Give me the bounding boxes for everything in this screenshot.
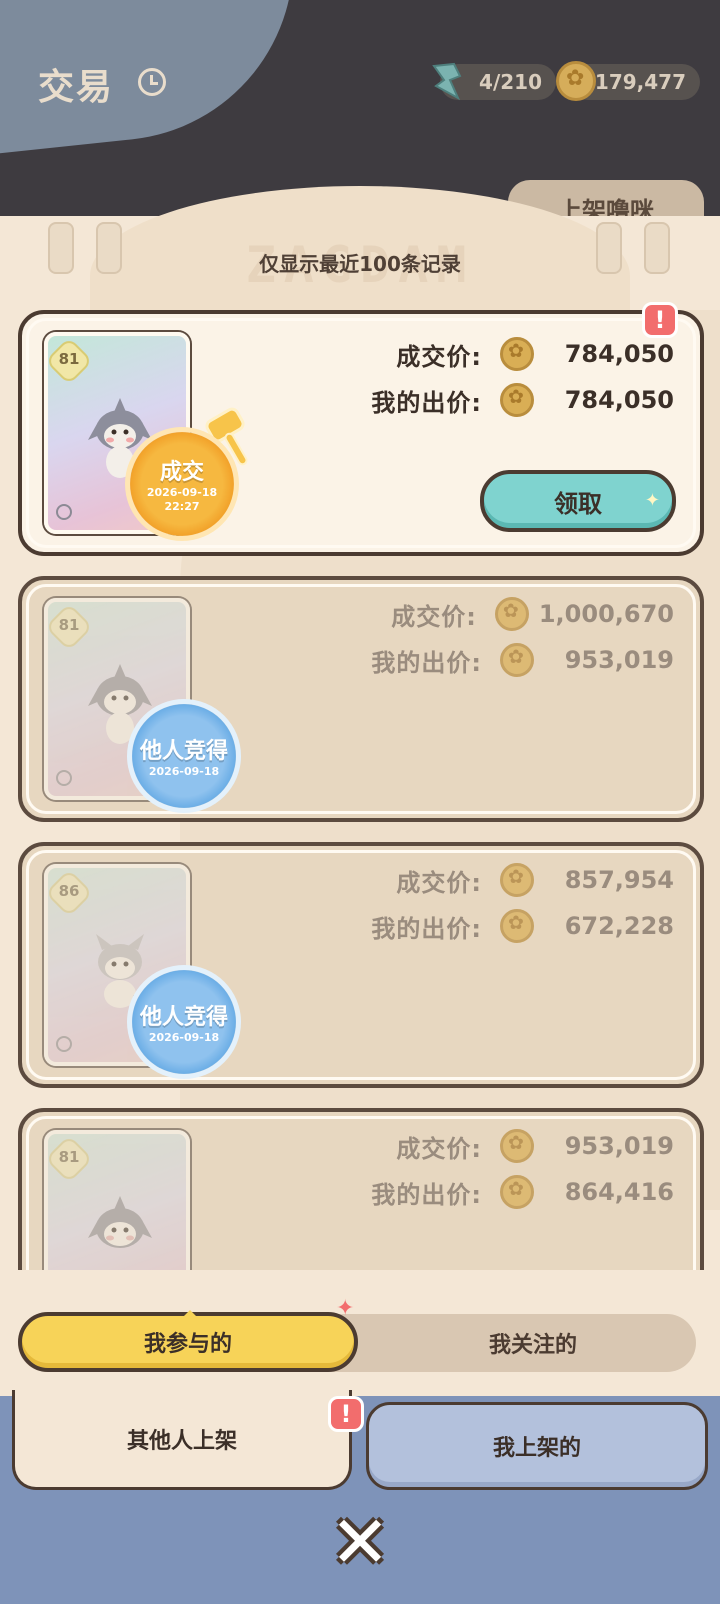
coin-icon [556,61,596,101]
coin-icon [500,337,534,371]
segment-participated[interactable]: 我参与的 [18,1310,358,1372]
bid-price-label: 我的出价: [371,648,482,677]
bid-price-row: 我的出价: 784,050 [371,380,674,420]
sparkle-icon: ✦ [644,490,660,511]
segment-watched[interactable]: 我关注的 [370,1314,696,1372]
compass-icon [56,504,72,520]
deal-price-label: 成交价: [396,342,482,371]
deal-price-label: 成交价: [396,868,482,897]
bid-price-value: 672,228 [564,912,674,940]
coin-icon [500,1175,534,1209]
deal-price-value: 1,000,670 [538,600,674,628]
bid-price-label: 我的出价: [371,914,482,943]
level-value: 81 [58,1148,80,1166]
level-value: 81 [58,616,80,634]
sparkle-icon: ✦ [336,1296,355,1321]
deal-price-label: 成交价: [391,602,477,631]
compass-icon [56,770,72,786]
trade-record-card: 86 他人竞得 2026-09-18 成交价: 857,954 我的出价: 67… [18,842,704,1088]
energy-icon [432,62,462,101]
coin-icon [500,643,534,677]
claim-button[interactable]: 领取 ✦ [480,470,676,532]
coin-icon [500,383,534,417]
energy-counter: 4/210 [432,62,556,101]
stamp-time: 22:27 [164,500,200,513]
coin-value: 179,477 [594,70,686,94]
claim-label: 领取 [554,489,602,518]
stamp-title: 他人竞得 [139,1005,228,1030]
outbid-stamp: 他人竞得 2026-09-18 [132,704,236,808]
record-notice: 仅显示最近100条记录 [259,252,461,276]
coin-icon [494,597,529,631]
bid-price-row: 我的出价: 864,416 [371,1172,674,1212]
stamp-title: 他人竞得 [139,739,228,764]
bid-price-label: 我的出价: [371,388,482,417]
page-title: 交易 [38,67,115,108]
stamp-title: 成交 [159,460,204,485]
bid-price-row: 我的出价: 953,019 [371,640,674,680]
deal-price-row: 成交价: 953,019 [396,1126,674,1166]
energy-value: 4/210 [479,70,542,94]
bid-price-label: 我的出价: [371,1180,482,1209]
tab-my-listings[interactable]: 我上架的 [366,1402,708,1490]
level-value: 81 [58,350,80,368]
deal-price-row: 成交价: 857,954 [396,860,674,900]
timer-icon[interactable] [138,68,166,96]
outbid-stamp: 他人竞得 2026-09-18 [132,970,236,1074]
stamp-date: 2026-09-18 [148,765,220,778]
close-icon[interactable]: ✕ [328,1506,392,1578]
deal-price-label: 成交价: [396,1134,482,1163]
stamp-date: 2026-09-18 [148,1031,220,1044]
coin-counter: 179,477 [556,61,700,101]
trade-record-card: 81 他人竞得 2026-09-18 成交价: 1,000,670 我的出价: … [18,576,704,822]
deal-price-row: 成交价: 784,050 [396,334,674,374]
deal-price-value: 784,050 [564,340,674,368]
bid-price-row: 我的出价: 672,228 [371,906,674,946]
level-value: 86 [58,882,80,900]
alert-badge: ! [642,302,678,338]
alert-badge: ! [328,1396,364,1432]
deal-price-value: 857,954 [564,866,674,894]
bid-price-value: 784,050 [564,386,674,414]
bid-price-value: 953,019 [564,646,674,674]
deal-price-value: 953,019 [564,1132,674,1160]
coin-icon [500,909,534,943]
deal-price-row: 成交价: 1,000,670 [391,594,674,634]
stamp-date: 2026-09-18 [146,486,218,499]
deal-stamp: 成交 2026-09-18 22:27 [130,432,234,536]
trade-record-card: 81 成交 2026-09-18 22:27 成交价: 784,050 我的出价… [18,310,704,556]
coin-icon [500,863,534,897]
tab-others-listings[interactable]: 其他人上架 [12,1390,352,1490]
coin-icon [500,1129,534,1163]
bid-price-value: 864,416 [564,1178,674,1206]
compass-icon [56,1036,72,1052]
